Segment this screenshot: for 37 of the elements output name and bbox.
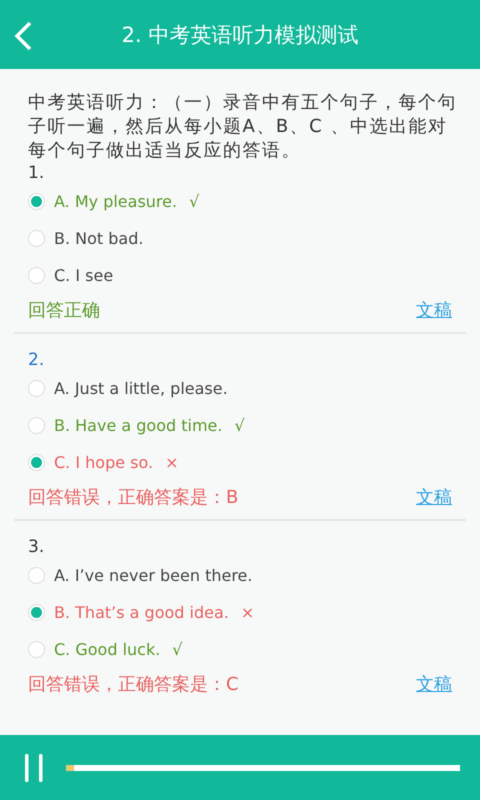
option-text: B. That’s a good idea. [54, 603, 229, 622]
back-button[interactable] [12, 20, 34, 52]
option-text: A. I’ve never been there. [54, 566, 252, 585]
answer-mark: √ [189, 192, 200, 211]
radio-button[interactable] [28, 417, 45, 434]
radio-button[interactable] [28, 567, 45, 584]
radio-button[interactable] [28, 380, 45, 397]
progress-track[interactable] [66, 764, 460, 770]
instructions-text: 中考英语听力：（一）录音中有五个句子，每个句子听一遍，然后从每小题A、B、C 、中选出能对每个句子做出适当反应的答语。 [27, 91, 458, 163]
radio-button[interactable] [28, 193, 45, 210]
page-title: 2. 中考英语听力模拟测试 [120, 22, 360, 48]
pause-button[interactable] [24, 754, 44, 782]
option-text: C. I see [54, 266, 114, 285]
result-text: 回答错误，正确答案是：C [28, 673, 239, 696]
option-text: B. Have a good time. [54, 416, 222, 435]
answer-mark: √ [234, 416, 245, 435]
option-text: C. Good luck. [54, 640, 160, 659]
option-text: A. Just a little, please. [54, 379, 228, 398]
question-number: 2. [28, 350, 44, 370]
transcript-link[interactable]: 文稿 [416, 672, 452, 696]
option-text: C. I hope so. [54, 453, 154, 472]
radio-button[interactable] [28, 454, 45, 471]
radio-button[interactable] [28, 641, 45, 658]
transcript-link[interactable]: 文稿 [416, 298, 452, 322]
option-text: B. Not bad. [54, 229, 144, 248]
radio-button[interactable] [28, 230, 45, 247]
radio-button[interactable] [28, 604, 45, 621]
question-number: 3. [28, 537, 44, 557]
answer-mark: × [240, 603, 254, 622]
transcript-link[interactable]: 文稿 [416, 485, 452, 509]
result-text: 回答正确 [28, 299, 100, 322]
question-number: 1. [28, 163, 44, 183]
option-text: A. My pleasure. [54, 192, 178, 211]
result-text: 回答错误，正确答案是：B [28, 486, 238, 509]
answer-mark: √ [172, 640, 182, 659]
radio-button[interactable] [28, 267, 45, 284]
answer-mark: × [165, 453, 178, 472]
